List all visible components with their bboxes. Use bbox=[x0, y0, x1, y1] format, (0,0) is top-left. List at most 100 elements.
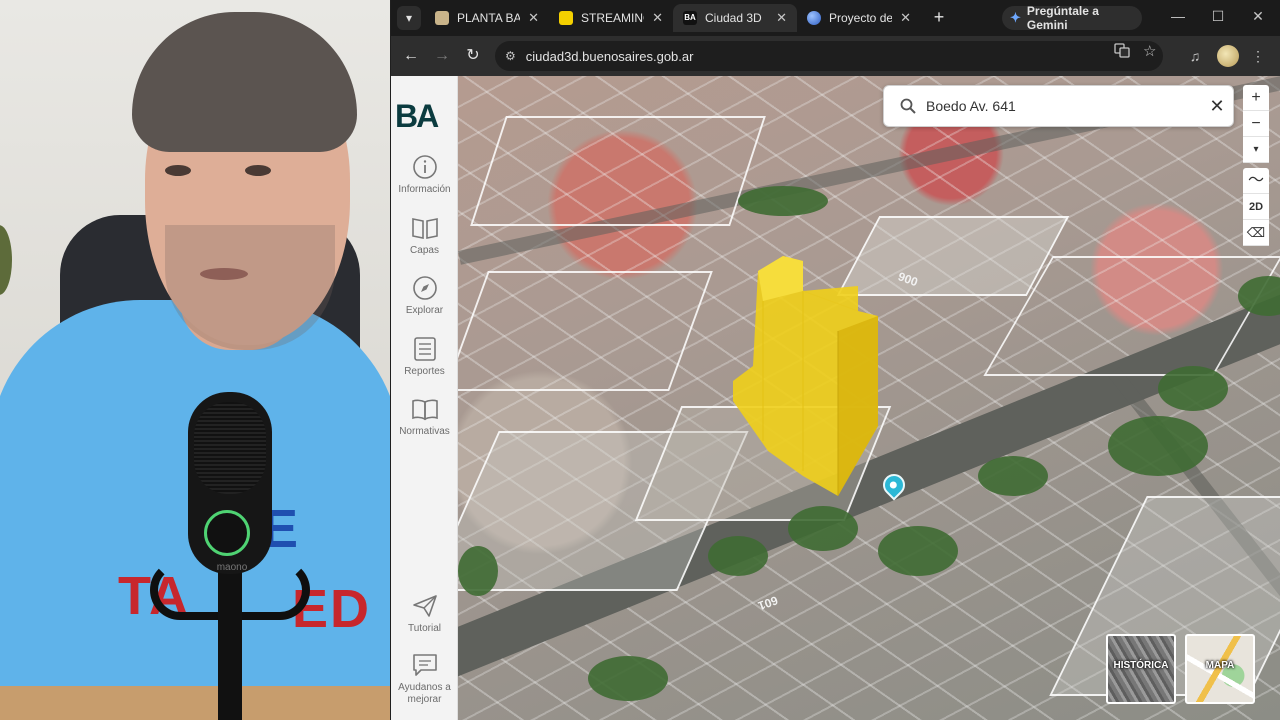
basemap-label: MAPA bbox=[1205, 660, 1235, 671]
media-controls-icon[interactable]: ♫ bbox=[1183, 44, 1207, 68]
address-url: ciudad3d.buenosaires.gob.ar bbox=[525, 48, 694, 64]
tab-search-button[interactable]: ▾ bbox=[397, 6, 421, 30]
send-icon bbox=[410, 591, 440, 621]
compass-icon bbox=[410, 273, 440, 303]
zoom-in-button[interactable]: + bbox=[1243, 85, 1269, 111]
sidebar-item-tutorial[interactable]: Tutorial bbox=[391, 591, 458, 635]
sidebar-item-label: Capas bbox=[410, 245, 439, 256]
tree bbox=[878, 526, 958, 576]
tree bbox=[1108, 416, 1208, 476]
info-icon bbox=[410, 152, 440, 182]
address-search-box[interactable]: Boedo Av. 641 ✕ bbox=[883, 85, 1234, 127]
tree bbox=[738, 186, 828, 216]
close-icon[interactable]: ✕ bbox=[528, 10, 539, 26]
webcam-feed: E TA ED maono bbox=[0, 0, 390, 720]
presenter-eye bbox=[165, 165, 191, 176]
tab-streaming[interactable]: STREAMING ✕ bbox=[549, 4, 673, 32]
ba-icon: BA bbox=[683, 11, 697, 25]
app-sidebar: BA Información Capas Explorar Reportes N… bbox=[391, 76, 458, 720]
close-window-icon[interactable]: ✕ bbox=[1248, 8, 1268, 25]
sidebar-item-label: Información bbox=[398, 184, 451, 195]
eraser-button[interactable]: ⌫ bbox=[1243, 220, 1269, 246]
minimize-icon[interactable]: — bbox=[1168, 8, 1188, 24]
basemap-historica-button[interactable]: HISTÓRICA bbox=[1106, 634, 1176, 704]
sidebar-item-ayudanos[interactable]: Ayudanos a mejorar bbox=[391, 650, 458, 706]
browser-window: ▾ PLANTA BAJA ✕ STREAMING ✕ BA Ciudad 3D… bbox=[391, 0, 1280, 720]
doc-icon bbox=[435, 11, 449, 25]
zoom-out-button[interactable]: − bbox=[1243, 111, 1269, 137]
close-icon[interactable]: ✕ bbox=[900, 10, 911, 26]
address-bar[interactable]: ⚙ ciudad3d.buenosaires.gob.ar bbox=[495, 41, 1163, 71]
selected-building-volume bbox=[733, 256, 878, 496]
clear-search-icon[interactable]: ✕ bbox=[1201, 96, 1233, 117]
browser-toolbar: ← → ↻ ⚙ ciudad3d.buenosaires.gob.ar ☆ ♫ … bbox=[391, 36, 1280, 76]
open-book-icon bbox=[410, 394, 440, 424]
street-number-label: 601 bbox=[756, 592, 780, 614]
map-3d-view[interactable]: 601 006 Boedo Av. 641 ✕ + − ▾ 〜 2D ⌫ HIS… bbox=[458, 76, 1280, 720]
sidebar-item-explorar[interactable]: Explorar bbox=[391, 273, 458, 317]
search-input[interactable]: Boedo Av. 641 bbox=[926, 98, 1201, 114]
microphone-grill bbox=[194, 402, 266, 494]
tree bbox=[788, 506, 858, 551]
profile-avatar[interactable] bbox=[1217, 45, 1239, 67]
list-icon bbox=[410, 334, 440, 364]
gemini-label: Pregúntale a Gemini bbox=[1026, 4, 1099, 32]
close-icon[interactable]: ✕ bbox=[652, 10, 663, 26]
sidebar-item-label: Tutorial bbox=[408, 623, 441, 634]
feedback-icon bbox=[410, 650, 440, 680]
sidebar-item-informacion[interactable]: Información bbox=[391, 152, 458, 196]
presenter-eye bbox=[245, 165, 271, 176]
presenter-hair bbox=[132, 12, 357, 152]
city-block bbox=[470, 116, 766, 226]
background-plant bbox=[0, 225, 12, 295]
sidebar-item-reportes[interactable]: Reportes bbox=[391, 334, 458, 378]
book-icon bbox=[410, 213, 440, 243]
reload-button[interactable]: ↻ bbox=[461, 44, 485, 68]
sidebar-item-label: Normativas bbox=[399, 426, 450, 437]
tab-proyecto[interactable]: Proyecto de ✕ bbox=[797, 4, 921, 32]
sidebar-item-capas[interactable]: Capas bbox=[391, 213, 458, 257]
tab-ciudad-3d[interactable]: BA Ciudad 3D ✕ bbox=[673, 4, 797, 32]
city-block bbox=[458, 271, 713, 391]
microphone-gain-knob bbox=[204, 510, 250, 556]
basemap-label: HISTÓRICA bbox=[1113, 660, 1169, 671]
sidebar-item-normativas[interactable]: Normativas bbox=[391, 394, 458, 438]
compass-reset-button[interactable]: ▾ bbox=[1243, 137, 1269, 163]
tab-title: STREAMING bbox=[581, 11, 644, 25]
browser-menu-icon[interactable]: ⋮ bbox=[1246, 44, 1270, 68]
desk bbox=[0, 686, 390, 720]
tree bbox=[978, 456, 1048, 496]
tree bbox=[458, 546, 498, 596]
tab-title: Ciudad 3D bbox=[705, 11, 762, 25]
tree bbox=[708, 536, 768, 576]
sidebar-item-label: Ayudanos a mejorar bbox=[398, 682, 451, 705]
tab-strip: ▾ PLANTA BAJA ✕ STREAMING ✕ BA Ciudad 3D… bbox=[391, 0, 1280, 36]
sidebar-item-label: Explorar bbox=[405, 305, 444, 316]
gemini-sparkle-icon: ✦ bbox=[1010, 10, 1021, 25]
sidebar-item-label: Reportes bbox=[404, 366, 445, 377]
back-button[interactable]: ← bbox=[399, 44, 423, 68]
search-icon bbox=[900, 98, 916, 114]
translate-icon[interactable] bbox=[1114, 42, 1130, 61]
tree bbox=[1158, 366, 1228, 411]
new-tab-button[interactable]: + bbox=[927, 6, 951, 28]
tab-title: PLANTA BAJA bbox=[457, 11, 521, 25]
presenter-mouth bbox=[200, 268, 248, 280]
microphone-brand: maono bbox=[216, 562, 248, 573]
close-icon[interactable]: ✕ bbox=[776, 10, 787, 26]
forward-button[interactable]: → bbox=[430, 44, 454, 68]
bookmark-star-icon[interactable]: ☆ bbox=[1143, 42, 1156, 60]
streaming-icon bbox=[559, 11, 573, 25]
tab-title: Proyecto de bbox=[829, 11, 893, 25]
tab-planta-baja[interactable]: PLANTA BAJA ✕ bbox=[425, 4, 549, 32]
measure-button[interactable]: 〜 bbox=[1243, 168, 1269, 194]
mic-stand bbox=[218, 570, 242, 720]
tree bbox=[588, 656, 668, 701]
maximize-icon[interactable]: ☐ bbox=[1208, 8, 1228, 25]
globe-icon bbox=[807, 11, 821, 25]
basemap-mapa-button[interactable]: MAPA bbox=[1185, 634, 1255, 704]
gemini-button[interactable]: ✦ Pregúntale a Gemini bbox=[1002, 4, 1142, 32]
ba-logo[interactable]: BA bbox=[395, 98, 455, 134]
toggle-2d-button[interactable]: 2D bbox=[1243, 194, 1269, 220]
site-info-icon[interactable]: ⚙ bbox=[505, 49, 516, 63]
